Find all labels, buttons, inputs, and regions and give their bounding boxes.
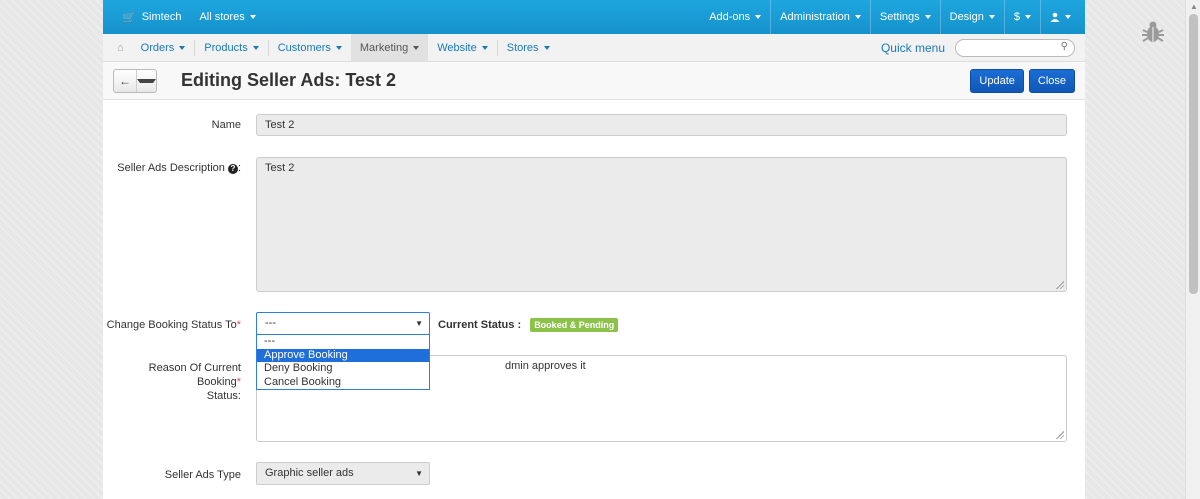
home-icon[interactable]: ⌂ — [109, 34, 132, 62]
current-status-label: Current Status : — [438, 318, 522, 331]
chevron-down-icon — [988, 15, 995, 19]
nav-website[interactable]: Website — [428, 34, 497, 62]
administration-menu[interactable]: Administration — [771, 0, 870, 34]
brand-link[interactable]: 🛒 Simtech — [113, 0, 190, 34]
name-field[interactable]: Test 2 — [256, 114, 1067, 136]
dropdown-option-highlighted[interactable]: Approve Booking — [257, 348, 429, 362]
description-label-text: Seller Ads Description — [117, 162, 225, 174]
stores-menu[interactable]: All stores — [190, 0, 264, 34]
chevron-down-icon — [179, 45, 186, 50]
addons-label: Add-ons — [709, 11, 751, 23]
chevron-down-icon — [481, 45, 488, 50]
stores-label: All stores — [199, 11, 245, 23]
name-label: Name — [211, 119, 241, 131]
nav-stores[interactable]: Stores — [498, 34, 559, 62]
nav-marketing-label: Marketing — [359, 41, 409, 54]
chevron-down-icon: ▼ — [415, 319, 423, 328]
chevron-down-icon — [413, 45, 420, 50]
back-dropdown-button[interactable] — [136, 69, 156, 92]
ads-type-value: Graphic seller ads — [265, 467, 354, 479]
chevron-down-icon — [252, 45, 259, 50]
page-scrollbar[interactable]: ▲ — [1185, 0, 1200, 499]
scroll-up-icon[interactable]: ▲ — [1190, 2, 1198, 11]
booking-status-label-text: Change Booking Status To — [106, 319, 237, 331]
nav-customers[interactable]: Customers — [269, 34, 351, 62]
chevron-down-icon: ▼ — [415, 469, 423, 478]
chevron-down-icon — [924, 15, 931, 19]
administration-label: Administration — [780, 11, 850, 23]
chevron-down-icon — [1065, 15, 1071, 19]
reason-label: Reason Of Current Booking* Status: — [148, 362, 241, 402]
title-bar: ← Editing Seller Ads: Test 2 Update Clos… — [103, 62, 1085, 100]
description-label-colon: : — [237, 162, 241, 174]
nav-customers-label: Customers — [277, 41, 331, 54]
description-label: Seller Ads Description ?: — [103, 161, 241, 175]
top-bar: 🛒 Simtech All stores Add-ons Administrat… — [103, 0, 1085, 34]
nav-marketing[interactable]: Marketing — [350, 33, 429, 62]
chevron-down-icon — [335, 45, 342, 50]
dropdown-option[interactable]: Deny Booking — [257, 362, 429, 376]
currency-label: $ — [1013, 11, 1020, 23]
nav-products[interactable]: Products — [195, 34, 267, 62]
chevron-down-icon — [1025, 15, 1031, 19]
resize-handle-icon[interactable] — [1056, 281, 1064, 289]
nav-stores-label: Stores — [506, 41, 539, 54]
design-label: Design — [949, 11, 984, 23]
description-textarea[interactable]: Test 2 — [256, 157, 1067, 292]
booking-status-dropdown: --- Approve Booking Deny Booking Cancel … — [256, 334, 430, 390]
reason-label-line2: Status: — [206, 390, 241, 402]
search-icon: ⚲ — [1060, 40, 1068, 52]
currency-menu[interactable]: $ — [1005, 0, 1040, 34]
settings-menu[interactable]: Settings — [871, 0, 940, 34]
ads-type-select[interactable]: Graphic seller ads ▼ — [256, 462, 430, 485]
scrollbar-thumb[interactable] — [1189, 14, 1198, 294]
update-button[interactable]: Update — [970, 68, 1024, 93]
reason-value: dmin approves it — [505, 360, 586, 372]
design-menu[interactable]: Design — [941, 0, 1004, 34]
main-nav: ⌂ Orders Products Customers Marketing We… — [103, 33, 1085, 62]
dropdown-option[interactable]: Cancel Booking — [257, 376, 429, 390]
settings-label: Settings — [879, 11, 920, 23]
help-icon[interactable]: ? — [227, 164, 238, 174]
quick-menu-link[interactable]: Quick menu — [881, 41, 945, 55]
reason-label-line1: Reason Of Current Booking — [148, 362, 241, 388]
booking-status-select[interactable]: --- ▼ — [256, 312, 430, 335]
nav-orders-label: Orders — [140, 41, 175, 54]
back-arrow-icon[interactable]: ← — [114, 70, 136, 92]
nav-website-label: Website — [437, 41, 477, 54]
chevron-down-icon — [249, 15, 256, 19]
brand-label: Simtech — [141, 11, 182, 23]
search-input[interactable]: ⚲ — [955, 38, 1075, 57]
description-value: Test 2 — [265, 162, 295, 174]
page-title: Editing Seller Ads: Test 2 — [181, 70, 397, 90]
bug-icon[interactable] — [1142, 20, 1164, 47]
chevron-down-icon — [755, 15, 762, 19]
chevron-down-icon — [137, 78, 156, 83]
user-menu[interactable] — [1041, 0, 1085, 34]
status-badge: Booked & Pending — [530, 318, 619, 332]
user-icon — [1050, 12, 1060, 22]
resize-handle-icon[interactable] — [1056, 431, 1064, 439]
booking-status-value: --- — [265, 317, 276, 329]
nav-orders[interactable]: Orders — [132, 34, 195, 62]
current-status: Current Status : Booked & Pending — [438, 318, 619, 332]
chevron-down-icon — [543, 45, 550, 50]
close-button[interactable]: Close — [1028, 68, 1075, 93]
admin-app: 🛒 Simtech All stores Add-ons Administrat… — [103, 0, 1085, 499]
booking-status-label: Change Booking Status To* — [106, 319, 241, 331]
addons-menu[interactable]: Add-ons — [700, 0, 770, 34]
chevron-down-icon — [854, 15, 861, 19]
dropdown-option[interactable]: --- — [257, 335, 429, 349]
back-button-group: ← — [113, 68, 157, 93]
ads-type-label: Seller Ads Type — [164, 469, 241, 481]
nav-products-label: Products — [204, 41, 248, 54]
cart-icon: 🛒 — [122, 11, 136, 24]
